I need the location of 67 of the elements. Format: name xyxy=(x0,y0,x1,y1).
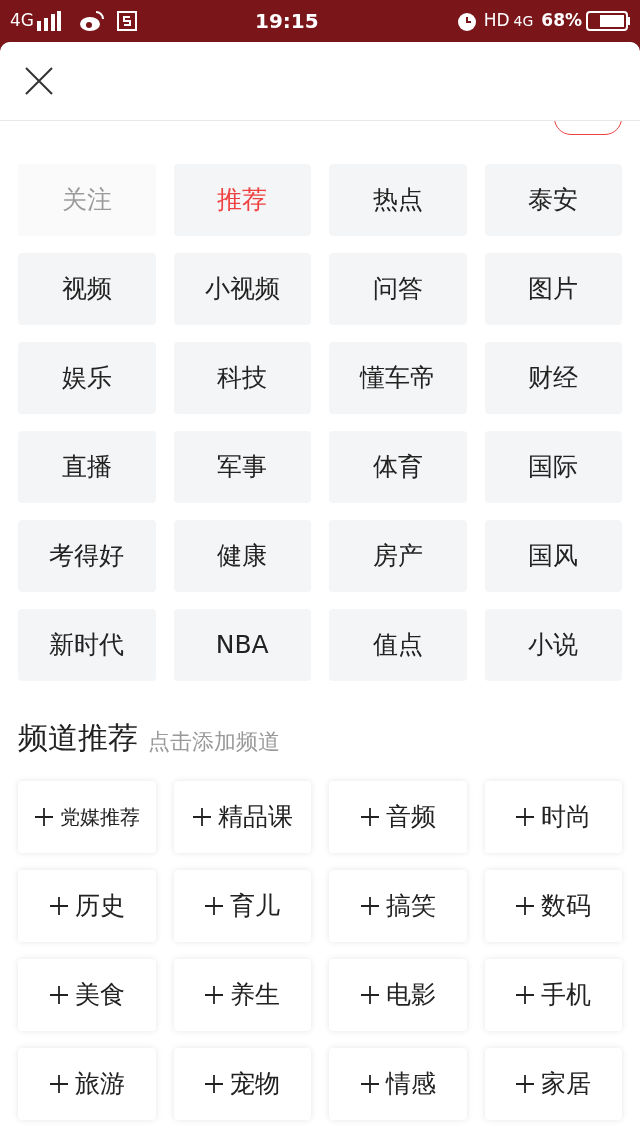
channel-tile[interactable]: 体育 xyxy=(329,431,467,503)
channel-tile[interactable]: 房产 xyxy=(329,520,467,592)
add-channel-tile[interactable]: 美食 xyxy=(18,959,156,1031)
eye-icon xyxy=(79,10,105,32)
add-channel-tile[interactable]: 音频 xyxy=(329,781,467,853)
add-channel-tile[interactable]: 育儿 xyxy=(173,870,311,942)
plus-icon xyxy=(359,985,380,1005)
data-network-label: 4G xyxy=(513,11,534,31)
add-channel-tile[interactable]: 时尚 xyxy=(484,781,622,853)
channel-tile[interactable]: 热点 xyxy=(329,164,467,236)
add-channel-tile[interactable]: 精品课 xyxy=(173,781,311,853)
close-icon[interactable] xyxy=(24,66,54,96)
channel-tile[interactable]: 考得好 xyxy=(18,520,156,592)
channel-tile[interactable]: 小说 xyxy=(484,609,622,681)
battery-icon xyxy=(586,11,630,31)
channel-tile[interactable]: NBA xyxy=(173,609,311,681)
channel-tile[interactable]: 科技 xyxy=(173,342,311,414)
network-label: 4G xyxy=(10,9,34,33)
channel-tile[interactable]: 值点 xyxy=(329,609,467,681)
plus-icon xyxy=(33,807,54,827)
channel-tile[interactable]: 懂车帝 xyxy=(329,342,467,414)
channel-tile[interactable]: 国际 xyxy=(484,431,622,503)
channel-tile[interactable]: 新时代 xyxy=(18,609,156,681)
channel-tile[interactable]: 视频 xyxy=(18,253,156,325)
add-channel-tile[interactable]: 家居 xyxy=(484,1048,622,1120)
add-channel-tile[interactable]: 搞笑 xyxy=(329,870,467,942)
plus-icon xyxy=(48,985,69,1005)
channel-tile[interactable]: 直播 xyxy=(18,431,156,503)
add-channel-tile[interactable]: 党媒推荐 xyxy=(18,781,156,853)
plus-icon xyxy=(515,807,536,827)
alarm-icon xyxy=(455,10,478,32)
channel-tile[interactable]: 小视频 xyxy=(173,253,311,325)
battery-percent: 68% xyxy=(541,9,582,33)
plus-icon xyxy=(515,985,536,1005)
channel-tile[interactable]: 图片 xyxy=(484,253,622,325)
plus-icon xyxy=(48,1074,69,1094)
signal-icon xyxy=(37,11,61,31)
add-channel-tile[interactable]: 旅游 xyxy=(18,1048,156,1120)
add-channel-tile[interactable]: 历史 xyxy=(18,870,156,942)
plus-icon xyxy=(204,896,225,916)
hd-label: HD xyxy=(483,9,510,33)
plus-icon xyxy=(204,985,225,1005)
plus-icon xyxy=(359,896,380,916)
channel-tile[interactable]: 泰安 xyxy=(484,164,622,236)
channel-tile[interactable]: 娱乐 xyxy=(18,342,156,414)
add-channel-tile[interactable]: 手机 xyxy=(484,959,622,1031)
section-hint: 点击添加频道 xyxy=(148,731,280,753)
plus-icon xyxy=(48,896,69,916)
section-title: 频道推荐 xyxy=(18,723,138,753)
clock-time: 19:15 xyxy=(255,8,319,35)
app-icon xyxy=(117,11,137,31)
plus-icon xyxy=(204,1074,225,1094)
add-channel-tile[interactable]: 电影 xyxy=(329,959,467,1031)
channel-tile[interactable]: 健康 xyxy=(173,520,311,592)
add-channel-tile[interactable]: 养生 xyxy=(173,959,311,1031)
plus-icon xyxy=(191,807,212,827)
add-channel-tile[interactable]: 数码 xyxy=(484,870,622,942)
channel-tile[interactable]: 国风 xyxy=(484,520,622,592)
add-channel-tile[interactable]: 宠物 xyxy=(173,1048,311,1120)
plus-icon xyxy=(359,807,380,827)
add-channel-tile[interactable]: 情感 xyxy=(329,1048,467,1120)
plus-icon xyxy=(515,896,536,916)
channel-tile[interactable]: 财经 xyxy=(484,342,622,414)
plus-icon xyxy=(515,1074,536,1094)
channel-tile[interactable]: 军事 xyxy=(173,431,311,503)
channel-tile[interactable]: 问答 xyxy=(329,253,467,325)
plus-icon xyxy=(359,1074,380,1094)
